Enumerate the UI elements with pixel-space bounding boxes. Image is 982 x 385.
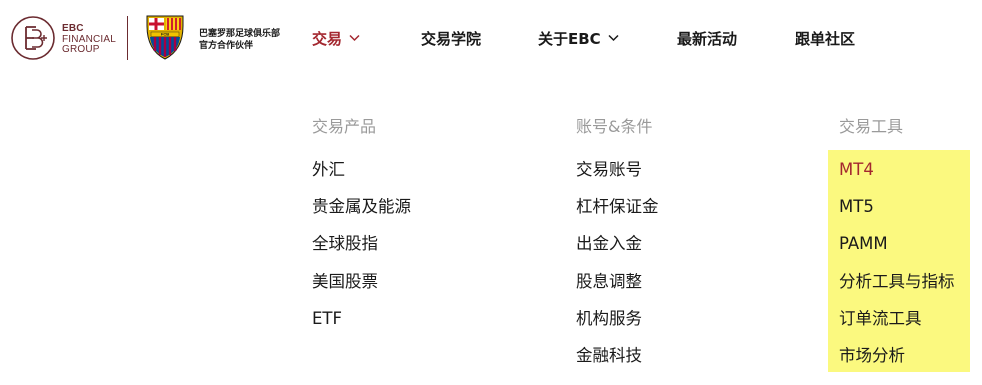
menu-item-mt5[interactable]: MT5 xyxy=(839,188,982,225)
menu-item-metals-energy[interactable]: 贵金属及能源 xyxy=(312,188,512,225)
nav-about-label: 关于EBC xyxy=(538,29,601,48)
brand-name: EBC xyxy=(62,23,84,34)
menu-item-forex[interactable]: 外汇 xyxy=(312,151,512,188)
nav-community-label: 跟单社区 xyxy=(795,29,856,48)
chevron-down-icon xyxy=(608,34,619,42)
site-header: EBC FINANCIAL GROUP FCB 巴塞罗那足球俱乐部 官方合作伙伴… xyxy=(0,0,982,76)
menu-column-tools: MT4 MT5 PAMM 分析工具与指标 订单流工具 市场分析 xyxy=(839,151,982,374)
brand-wordmark[interactable]: EBC FINANCIAL GROUP xyxy=(62,23,116,56)
menu-item-dividend-adjustment[interactable]: 股息调整 xyxy=(576,263,776,300)
col-heading-tools: 交易工具 xyxy=(839,117,904,136)
partner-line-1: 巴塞罗那足球俱乐部 xyxy=(199,29,281,39)
nav-trade-label: 交易 xyxy=(312,29,343,48)
menu-item-leverage-margin[interactable]: 杠杆保证金 xyxy=(576,188,776,225)
menu-item-etf[interactable]: ETF xyxy=(312,300,512,337)
crest-letters: FCB xyxy=(161,32,169,37)
nav-about[interactable]: 关于EBC xyxy=(538,27,619,49)
partner-line-2: 官方合作伙伴 xyxy=(199,41,254,51)
menu-column-accounts: 交易账号 杠杆保证金 出金入金 股息调整 机构服务 金融科技 xyxy=(576,151,776,374)
menu-item-trading-accounts[interactable]: 交易账号 xyxy=(576,151,776,188)
fc-barcelona-crest-icon: FCB xyxy=(146,15,184,60)
logo-divider xyxy=(127,16,128,60)
col-heading-products: 交易产品 xyxy=(312,117,377,136)
menu-column-products: 外汇 贵金属及能源 全球股指 美国股票 ETF xyxy=(312,151,512,337)
nav-events-label: 最新活动 xyxy=(677,29,738,48)
brand-line-group: GROUP xyxy=(62,44,100,55)
menu-item-fintech[interactable]: 金融科技 xyxy=(576,337,776,374)
menu-item-global-indices[interactable]: 全球股指 xyxy=(312,225,512,262)
nav-trade[interactable]: 交易 xyxy=(312,27,360,49)
menu-item-deposit-withdrawal[interactable]: 出金入金 xyxy=(576,225,776,262)
menu-item-us-stocks[interactable]: 美国股票 xyxy=(312,263,512,300)
menu-item-mt4[interactable]: MT4 xyxy=(839,151,982,188)
menu-item-order-flow-tools[interactable]: 订单流工具 xyxy=(839,300,982,337)
nav-academy-label: 交易学院 xyxy=(421,29,482,48)
menu-item-market-analysis[interactable]: 市场分析 xyxy=(839,337,982,374)
partner-caption: 巴塞罗那足球俱乐部 官方合作伙伴 xyxy=(199,28,280,52)
menu-item-analysis-tools[interactable]: 分析工具与指标 xyxy=(839,263,982,300)
col-heading-accounts: 账号&条件 xyxy=(576,117,653,136)
menu-item-pamm[interactable]: PAMM xyxy=(839,225,982,262)
ebc-logo-icon[interactable] xyxy=(10,15,56,61)
nav-events[interactable]: 最新活动 xyxy=(677,27,737,49)
nav-academy[interactable]: 交易学院 xyxy=(421,27,481,49)
chevron-down-icon xyxy=(349,34,360,42)
nav-community[interactable]: 跟单社区 xyxy=(795,27,855,49)
menu-item-institutional-services[interactable]: 机构服务 xyxy=(576,300,776,337)
